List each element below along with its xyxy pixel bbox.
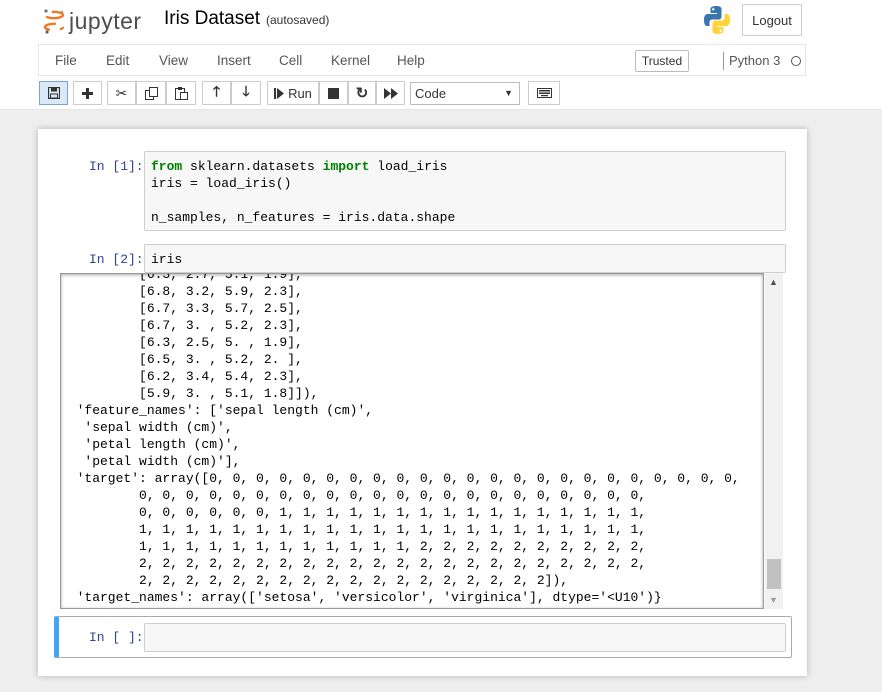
menu-kernel[interactable]: Kernel bbox=[331, 53, 370, 68]
code-token: sklearn.datasets bbox=[182, 159, 323, 174]
chevron-down-icon: ▼ bbox=[504, 88, 513, 98]
code-line: iris = load_iris() bbox=[151, 175, 779, 192]
output-line: 2, 2, 2, 2, 2, 2, 2, 2, 2, 2, 2, 2, 2, 2… bbox=[61, 556, 647, 571]
kernel-separator bbox=[723, 52, 724, 70]
output-line: [6.7, 3. , 5.2, 2.3], bbox=[61, 318, 303, 333]
code-line: from sklearn.datasets import load_iris bbox=[151, 158, 779, 175]
cell-1-prompt: In [1]: bbox=[89, 159, 144, 174]
plus-icon bbox=[82, 87, 93, 99]
fast-forward-icon bbox=[383, 87, 398, 99]
output-line: 2, 2, 2, 2, 2, 2, 2, 2, 2, 2, 2, 2, 2, 2… bbox=[61, 573, 569, 588]
autosave-status: (autosaved) bbox=[266, 13, 330, 27]
insert-cell-button[interactable] bbox=[73, 81, 102, 105]
output-line: [6.2, 3.4, 5.4, 2.3], bbox=[61, 369, 303, 384]
output-scrollbar[interactable]: ▲ ▼ bbox=[765, 273, 783, 609]
cut-button[interactable]: ✂ bbox=[107, 81, 136, 105]
cell-2-output[interactable]: [6.3, 2.7, 5.1, 1.9], [6.8, 3.2, 5.9, 2.… bbox=[60, 273, 764, 609]
output-line: 'feature_names': ['sepal length (cm)', bbox=[61, 403, 374, 418]
output-line: 1, 1, 1, 1, 1, 1, 1, 1, 1, 1, 1, 1, 2, 2… bbox=[61, 539, 647, 554]
output-line: [6.5, 3. , 5.2, 2. ], bbox=[61, 352, 303, 367]
run-label: Run bbox=[288, 85, 312, 101]
output-line: [6.3, 2.7, 5.1, 1.9], bbox=[61, 273, 303, 282]
menu-bar: File Edit View Insert Cell Kernel Help T… bbox=[38, 44, 806, 76]
save-button[interactable] bbox=[39, 81, 68, 105]
notebook-container: In [1]: from sklearn.datasets import loa… bbox=[38, 129, 807, 676]
copy-button[interactable] bbox=[136, 81, 166, 105]
notebook-header: jupyter Iris Dataset (autosaved) Logout … bbox=[0, 0, 882, 110]
restart-run-all-button[interactable] bbox=[376, 81, 405, 105]
cell-3-prompt: In [ ]: bbox=[89, 630, 144, 645]
menu-file[interactable]: File bbox=[55, 53, 77, 68]
logout-button[interactable]: Logout bbox=[742, 4, 802, 36]
code-token: load_iris bbox=[369, 159, 448, 174]
code-keyword: import bbox=[322, 159, 370, 174]
move-down-button[interactable]: 🡓 bbox=[231, 81, 261, 105]
jupyter-wordmark: jupyter bbox=[69, 7, 142, 34]
cell-3-selected[interactable]: In [ ]: bbox=[54, 616, 792, 658]
cell-2-prompt: In [2]: bbox=[89, 252, 144, 267]
kernel-name[interactable]: Python 3 bbox=[729, 53, 780, 68]
output-line: 'sepal width (cm)', bbox=[61, 420, 233, 435]
code-line: iris bbox=[151, 251, 779, 268]
run-icon bbox=[274, 87, 285, 99]
cell-2-input[interactable]: iris bbox=[144, 244, 786, 273]
python-logo-icon bbox=[702, 4, 732, 36]
menu-insert[interactable]: Insert bbox=[217, 53, 251, 68]
menu-cell[interactable]: Cell bbox=[279, 53, 302, 68]
cell-type-value: Code bbox=[415, 86, 447, 101]
command-palette-button[interactable] bbox=[528, 81, 560, 105]
trusted-indicator[interactable]: Trusted bbox=[635, 50, 689, 72]
copy-icon bbox=[144, 86, 158, 100]
save-icon bbox=[47, 87, 60, 99]
paste-icon bbox=[174, 86, 188, 100]
move-up-button[interactable]: 🡑 bbox=[202, 81, 231, 105]
restart-icon: ↻ bbox=[355, 85, 369, 102]
jupyter-logo-icon bbox=[43, 9, 65, 34]
scroll-up-icon[interactable]: ▲ bbox=[769, 277, 778, 287]
output-line: [6.8, 3.2, 5.9, 2.3], bbox=[61, 284, 303, 299]
output-line: 'target': array([0, 0, 0, 0, 0, 0, 0, 0,… bbox=[61, 471, 740, 486]
cell-3-input[interactable] bbox=[144, 623, 786, 652]
notebook-name[interactable]: Iris Dataset bbox=[164, 8, 260, 30]
cut-icon: ✂ bbox=[115, 84, 128, 101]
code-token: iris = load_iris() bbox=[151, 176, 292, 191]
code-token: iris bbox=[151, 252, 183, 267]
scroll-down-icon[interactable]: ▼ bbox=[769, 595, 778, 605]
output-line: 0, 0, 0, 0, 0, 0, 1, 1, 1, 1, 1, 1, 1, 1… bbox=[61, 505, 647, 520]
menu-view[interactable]: View bbox=[159, 53, 188, 68]
output-text: [6.3, 2.7, 5.1, 1.9], [6.8, 3.2, 5.9, 2.… bbox=[61, 273, 763, 606]
arrow-up-icon: 🡑 bbox=[212, 83, 221, 99]
cell-1-input[interactable]: from sklearn.datasets import load_iris ir… bbox=[144, 151, 786, 231]
output-line: 0, 0, 0, 0, 0, 0, 0, 0, 0, 0, 0, 0, 0, 0… bbox=[61, 488, 647, 503]
output-line: 'petal width (cm)'], bbox=[61, 454, 241, 469]
arrow-down-icon: 🡓 bbox=[242, 83, 250, 99]
stop-icon bbox=[328, 87, 339, 99]
output-line: 1, 1, 1, 1, 1, 1, 1, 1, 1, 1, 1, 1, 1, 1… bbox=[61, 522, 647, 537]
code-token: n_samples, n_features = iris.data.shape bbox=[151, 210, 456, 225]
kernel-idle-icon bbox=[791, 56, 801, 66]
output-line: 'target_names': array(['setosa', 'versic… bbox=[61, 590, 662, 605]
code-keyword: from bbox=[151, 159, 183, 174]
jupyter-logo[interactable]: jupyter bbox=[43, 6, 142, 36]
scrollbar-thumb[interactable] bbox=[767, 559, 781, 589]
interrupt-button[interactable] bbox=[319, 81, 348, 105]
paste-button[interactable] bbox=[166, 81, 196, 105]
menu-help[interactable]: Help bbox=[397, 53, 425, 68]
run-button[interactable]: Run bbox=[267, 81, 319, 105]
code-line: n_samples, n_features = iris.data.shape bbox=[151, 209, 779, 226]
restart-button[interactable]: ↻ bbox=[348, 81, 376, 105]
cell-type-select[interactable]: Code ▼ bbox=[410, 82, 520, 105]
keyboard-icon bbox=[536, 88, 552, 98]
menu-edit[interactable]: Edit bbox=[106, 53, 129, 68]
output-line: 'petal length (cm)', bbox=[61, 437, 241, 452]
output-line: [6.3, 2.5, 5. , 1.9], bbox=[61, 335, 303, 350]
output-line: [5.9, 3. , 5.1, 1.8]]), bbox=[61, 386, 319, 401]
output-line: [6.7, 3.3, 5.7, 2.5], bbox=[61, 301, 303, 316]
